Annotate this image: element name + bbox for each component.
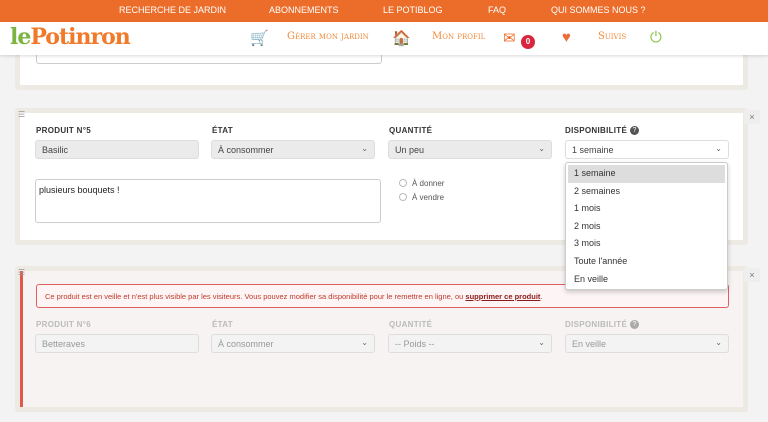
alert-text: Ce produit est en veille et n'est plus v… (45, 292, 466, 301)
product-card-4 (15, 50, 748, 90)
chevron-down-icon: ⌄ (361, 144, 368, 153)
option-1-week[interactable]: 1 semaine (568, 165, 725, 183)
mail-icon[interactable]: ✉ (503, 29, 516, 47)
state-value: À consommer (218, 339, 274, 349)
option-3-months[interactable]: 3 mois (568, 235, 725, 253)
product-label: PRODUIT N°5 (36, 126, 91, 135)
message-count-badge: 0 (521, 35, 535, 49)
drag-handle-icon[interactable]: ☰ (18, 110, 25, 119)
chevron-down-icon: ⌄ (715, 338, 722, 347)
delete-product-link[interactable]: supprimer ce produit (465, 292, 540, 301)
nav-subscriptions[interactable]: ABONNEMENTS (269, 5, 339, 15)
close-icon[interactable]: × (744, 268, 760, 282)
quantity-label: QUANTITÉ (389, 126, 433, 135)
nav-garden-search[interactable]: RECHERCHE DE JARDIN (119, 5, 226, 15)
note-textarea[interactable]: plusieurs bouquets ! (35, 179, 381, 223)
availability-label: DISPONIBILITÉ (565, 126, 628, 135)
radio-give-label: À donner (412, 179, 445, 188)
drag-handle-icon[interactable]: ☰ (18, 268, 25, 277)
alert-end: . (540, 292, 543, 301)
state-select[interactable]: À consommer ⌄ (211, 334, 375, 353)
profile-link[interactable]: Mon profil (432, 31, 485, 42)
availability-select[interactable]: 1 semaine ⌄ (565, 140, 729, 159)
availability-label: DISPONIBILITÉ (565, 320, 628, 329)
wheelbarrow-icon[interactable]: 🛒 (250, 29, 269, 47)
help-icon[interactable]: ? (630, 126, 639, 135)
availability-dropdown: 1 semaine 2 semaines 1 mois 2 mois 3 moi… (565, 162, 728, 290)
option-standby[interactable]: En veille (568, 271, 725, 289)
option-1-month[interactable]: 1 mois (568, 200, 725, 218)
nav-blog[interactable]: LE POTIBLOG (383, 5, 443, 15)
chevron-down-icon: ⌄ (538, 338, 545, 347)
option-2-months[interactable]: 2 mois (568, 218, 725, 236)
radio-sell-label: À vendre (412, 193, 445, 202)
option-all-year[interactable]: Toute l'année (568, 253, 725, 271)
product-name-input[interactable]: Betteraves (35, 334, 199, 353)
product-name-input[interactable]: Basilic (35, 140, 199, 159)
follows-link[interactable]: Suivis (598, 31, 626, 42)
quantity-label: QUANTITÉ (389, 320, 433, 329)
state-select[interactable]: À consommer ⌄ (211, 140, 375, 159)
option-2-weeks[interactable]: 2 semaines (568, 183, 725, 201)
heart-icon[interactable]: ♥ (562, 29, 571, 46)
availability-value: 1 semaine (572, 145, 614, 155)
nav-about[interactable]: QUI SOMMES NOUS ? (551, 5, 646, 15)
chevron-down-icon: ⌄ (538, 144, 545, 153)
availability-value: En veille (572, 339, 607, 349)
state-value: À consommer (218, 145, 274, 155)
top-nav: RECHERCHE DE JARDIN ABONNEMENTS LE POTIB… (0, 0, 768, 22)
logo[interactable]: lePotinron (10, 24, 131, 50)
product-label: PRODUIT N°6 (36, 320, 91, 329)
house-icon[interactable]: 🏠 (392, 29, 411, 47)
availability-select[interactable]: En veille ⌄ (565, 334, 729, 353)
radio-give[interactable]: À donner (399, 179, 444, 188)
quantity-value: Un peu (395, 145, 425, 155)
help-icon[interactable]: ? (630, 320, 639, 329)
logout-boots-icon[interactable]: ⏻ (650, 29, 662, 46)
nav-faq[interactable]: FAQ (488, 5, 506, 15)
chevron-down-icon: ⌄ (361, 338, 368, 347)
quantity-value: -- Poids -- (395, 339, 435, 349)
close-icon[interactable]: × (744, 110, 760, 124)
manage-garden-link[interactable]: Gérer mon jardin (287, 31, 369, 42)
quantity-select[interactable]: -- Poids -- ⌄ (388, 334, 552, 353)
state-label: ÉTAT (212, 126, 233, 135)
state-label: ÉTAT (212, 320, 233, 329)
chevron-down-icon: ⌄ (715, 144, 722, 153)
radio-sell[interactable]: À vendre (399, 193, 444, 202)
quantity-select[interactable]: Un peu ⌄ (388, 140, 552, 159)
header: lePotinron 🛒 Gérer mon jardin 🏠 Mon prof… (0, 22, 768, 55)
